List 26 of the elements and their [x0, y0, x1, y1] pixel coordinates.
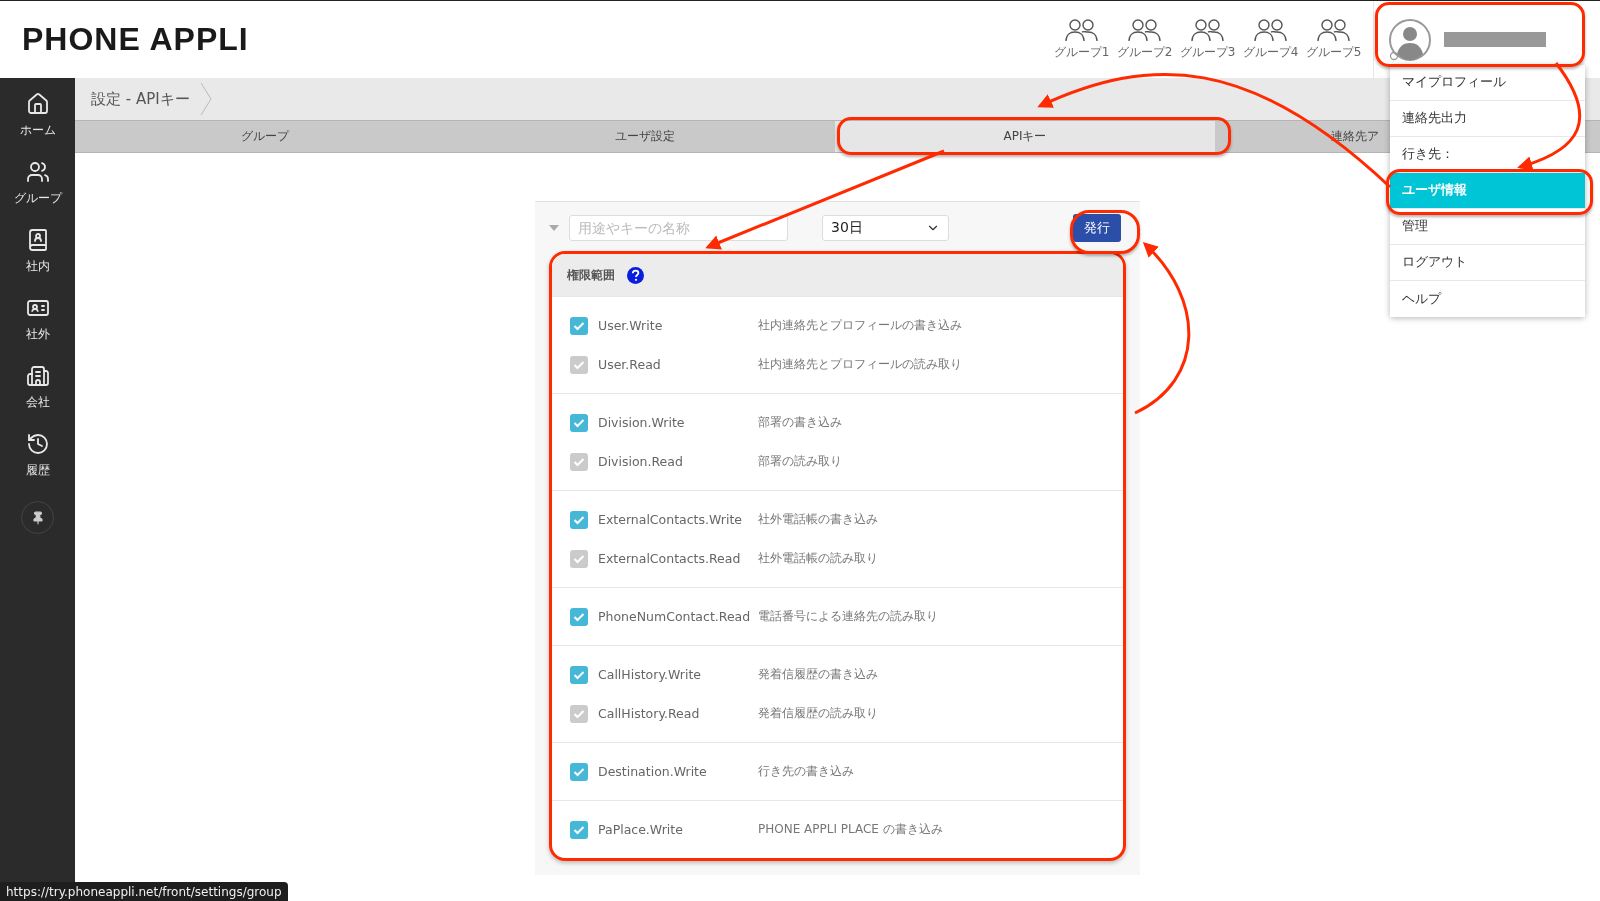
permission-description: 社外電話帳の読み取り — [758, 550, 878, 567]
permission-description: 社内連絡先とプロフィールの読み取り — [758, 356, 962, 373]
permission-name: CallHistory.Write — [598, 667, 702, 682]
permission-description: 発着信履歴の書き込み — [758, 666, 878, 683]
status-url: https://try.phoneappli.net/front/settings/group — [0, 882, 288, 901]
permission-name: Division.Write — [598, 415, 686, 430]
permission-description: 発着信履歴の読み取り — [758, 705, 878, 722]
permission-name: User.Write — [598, 318, 664, 333]
permission-name: PhoneNumContact.Read — [598, 609, 752, 624]
permission-name: User.Read — [598, 357, 662, 372]
permission-description: 社外電話帳の書き込み — [758, 511, 878, 528]
permission-description: 電話番号による連絡先の読み取り — [758, 608, 938, 625]
app-logo: PHONE APPLI — [21, 20, 250, 59]
scope-title: 権限範囲 — [567, 266, 615, 284]
permission-description: 社内連絡先とプロフィールの書き込み — [758, 317, 962, 334]
permission-name: ExternalContacts.Read — [598, 551, 742, 566]
permission-name: PaPlace.Write — [598, 822, 684, 837]
permission-description: 部署の読み取り — [758, 453, 842, 470]
permission-name: Destination.Write — [598, 764, 708, 779]
permission-name: ExternalContacts.Write — [598, 512, 743, 527]
permission-description: 部署の書き込み — [758, 414, 842, 431]
permission-description: PHONE APPLI PLACE の書き込み — [758, 821, 943, 838]
breadcrumb: 設定 - APIキー — [91, 89, 190, 109]
permission-description: 行き先の書き込み — [758, 763, 854, 780]
permission-name: CallHistory.Read — [598, 706, 701, 721]
permission-name: Division.Read — [598, 454, 684, 469]
